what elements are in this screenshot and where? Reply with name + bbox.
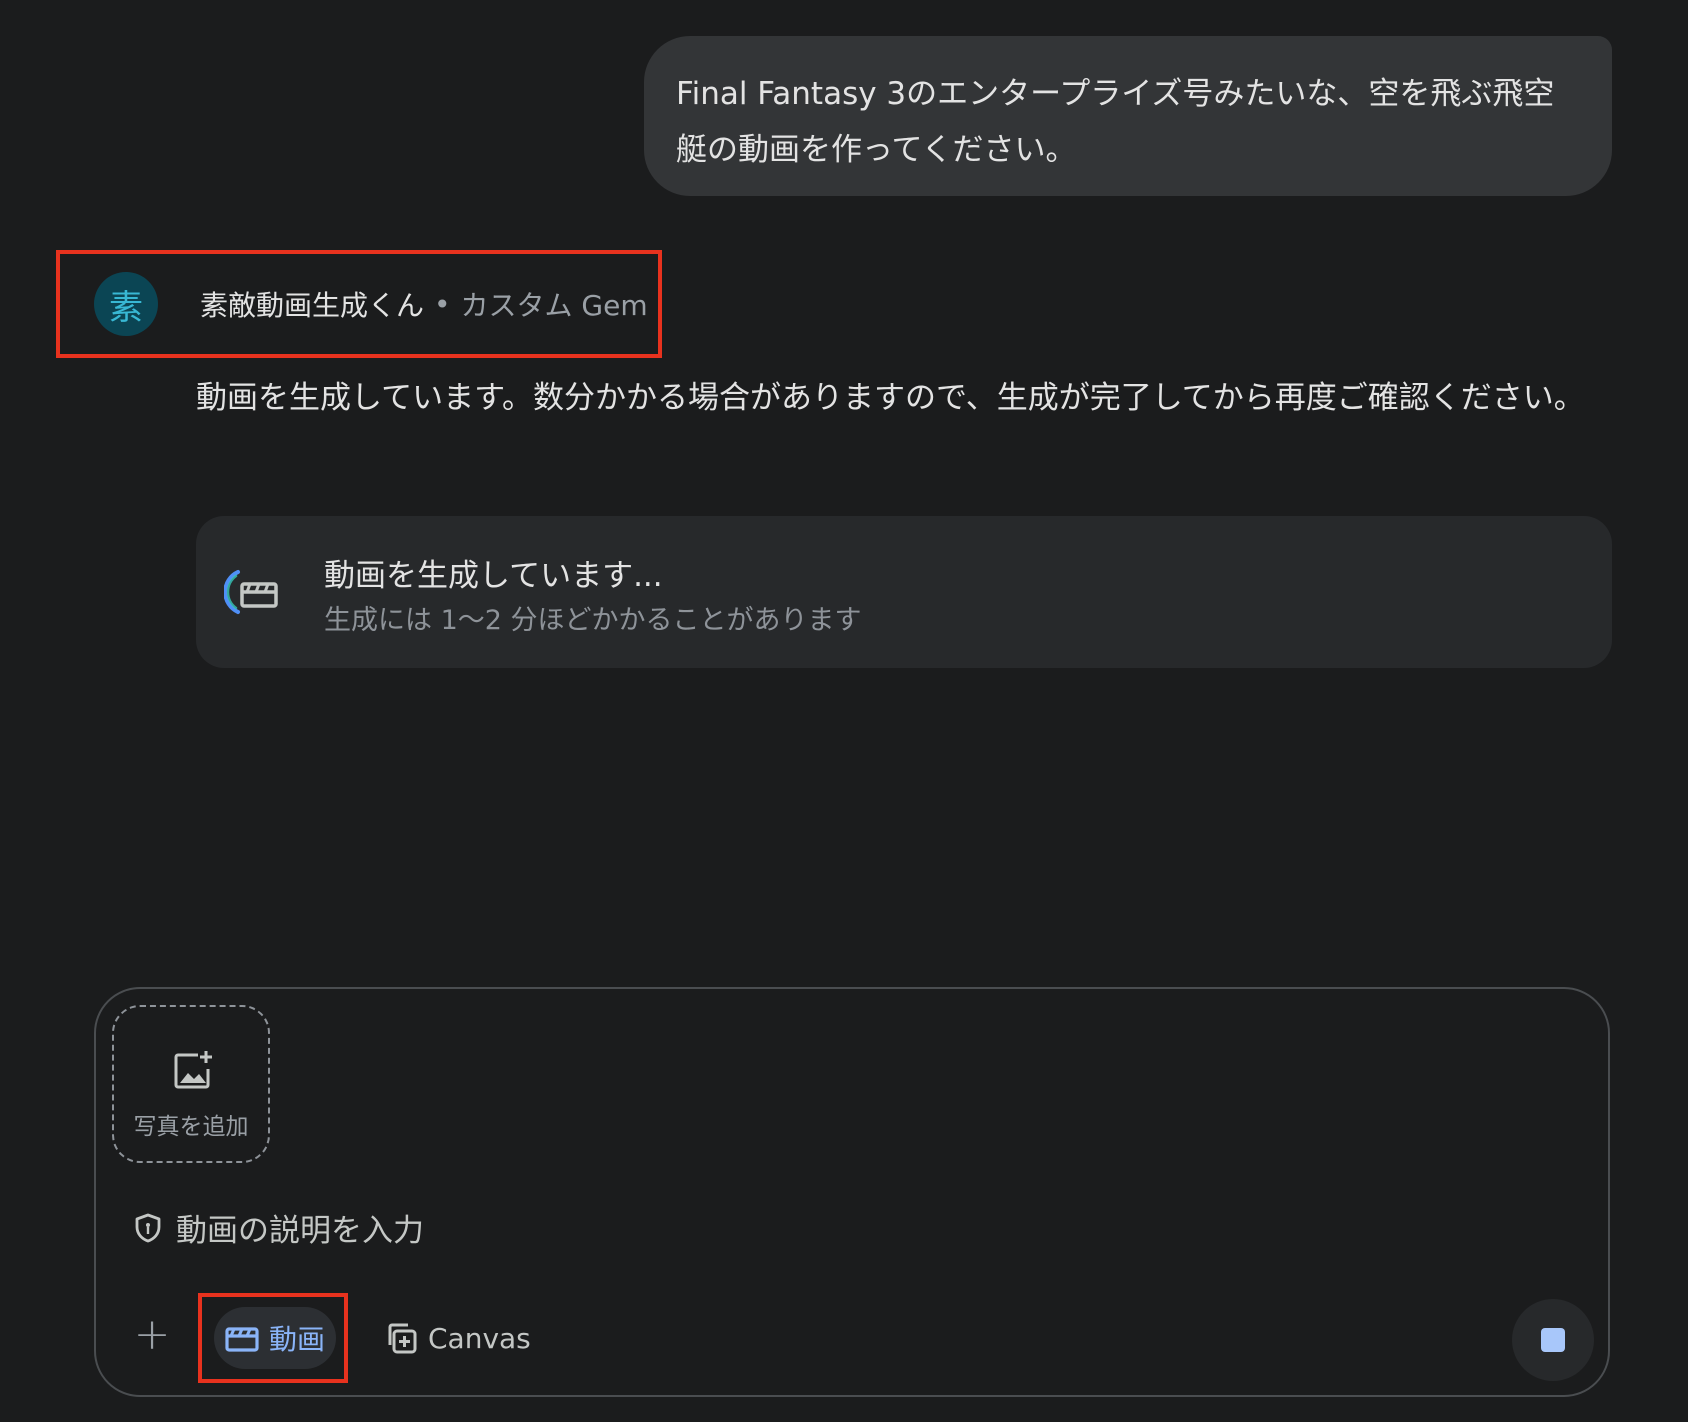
gem-tag: カスタム Gem <box>460 289 648 322</box>
user-message-bubble: Final Fantasy 3のエンタープライズ号みたいな、空を飛ぶ飛空 艇の動… <box>644 36 1612 196</box>
gem-name: 素敵動画生成くん <box>200 289 425 322</box>
user-message-line-1: Final Fantasy 3のエンタープライズ号みたいな、空を飛ぶ飛空 <box>676 76 1555 112</box>
clapperboard-icon <box>225 1327 259 1352</box>
generating-subtitle: 生成には 1〜2 分ほどかかることがあります <box>324 605 862 636</box>
gem-separator: • <box>434 287 451 321</box>
user-message-line-2: 艇の動画を作ってください。 <box>676 132 1077 168</box>
prompt-placeholder: 動画の説明を入力 <box>176 1213 424 1249</box>
video-generating-card: 動画を生成しています... 生成には 1〜2 分ほどかかることがあります <box>196 516 1612 668</box>
canvas-icon <box>388 1323 417 1354</box>
stop-button[interactable] <box>1512 1299 1594 1381</box>
stop-icon <box>1541 1328 1565 1352</box>
video-tool-chip[interactable]: 動画 <box>214 1307 336 1369</box>
video-chip-highlight: 動画 <box>198 1293 348 1383</box>
response-text: 動画を生成しています。数分かかる場合がありますので、生成が完了してから再度ご確認… <box>196 380 1585 416</box>
generating-title: 動画を生成しています... <box>324 558 663 594</box>
canvas-tool-chip[interactable]: Canvas <box>384 1307 531 1369</box>
prompt-composer: 写真を追加 動画の説明を入力 + 動画 Canvas <box>94 987 1610 1397</box>
avatar: 素 <box>94 272 158 336</box>
gem-header: 素 素敵動画生成くん • カスタム Gem <box>56 250 662 358</box>
add-photo-icon <box>174 1051 212 1089</box>
shield-icon <box>135 1213 161 1242</box>
avatar-char: 素 <box>109 287 143 328</box>
add-photo-label: 写真を追加 <box>133 1114 249 1140</box>
plus-button[interactable]: + <box>132 1313 172 1357</box>
video-chip-label: 動画 <box>268 1323 325 1356</box>
clapperboard-icon <box>224 570 278 614</box>
add-photo-button[interactable]: 写真を追加 <box>112 1005 270 1163</box>
prompt-input[interactable]: 動画の説明を入力 <box>132 1205 424 1250</box>
canvas-chip-label: Canvas <box>428 1321 531 1355</box>
